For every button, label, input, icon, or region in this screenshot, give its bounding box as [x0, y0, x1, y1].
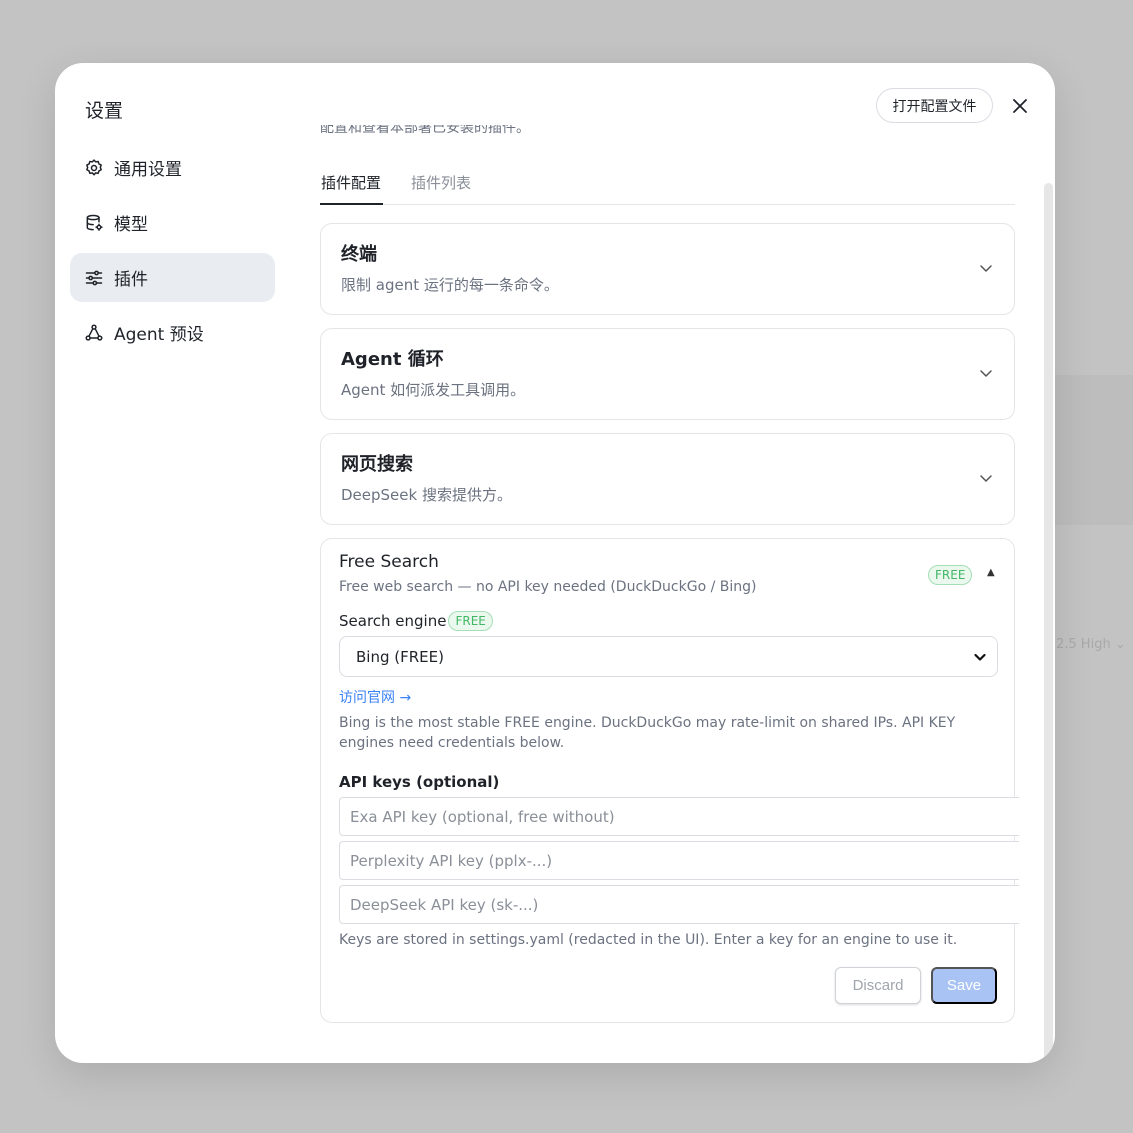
free-search-title: Free Search: [339, 552, 439, 572]
save-button[interactable]: Save: [931, 967, 997, 1004]
discard-button[interactable]: Discard: [835, 967, 921, 1004]
search-engine-label: Search engine: [339, 612, 447, 630]
gear-icon: [84, 158, 104, 178]
close-button[interactable]: [1007, 93, 1033, 119]
chevron-down-icon: [980, 475, 992, 482]
sidebar-title: 设置: [85, 100, 124, 122]
background-panel: [1050, 375, 1133, 525]
card-title: 网页搜索: [341, 454, 413, 475]
chevron-down-icon: [974, 653, 986, 661]
card-subtitle: Agent 如何派发工具调用。: [341, 381, 526, 399]
sidebar-item-label: 插件: [114, 270, 148, 290]
sidebar-item-label: 通用设置: [114, 160, 182, 180]
card-title: 终端: [341, 244, 377, 265]
search-engine-label-row: Search engine FREE: [339, 611, 493, 631]
chevron-down-icon: [980, 370, 992, 377]
database-icon: [84, 213, 104, 233]
keys-storage-note: Keys are stored in settings.yaml (redact…: [339, 932, 958, 948]
plugin-card-free-search: Free Search Free web search — no API key…: [320, 538, 1019, 1023]
close-icon: [1013, 99, 1027, 113]
collapse-caret-icon[interactable]: ▲: [987, 567, 995, 578]
section-description: 配置和查看本部署已安装的插件。: [320, 125, 920, 141]
tab-plugin-config[interactable]: 插件配置: [320, 166, 384, 205]
search-engine-select[interactable]: Bing (FREE): [339, 636, 998, 677]
exa-api-key-input[interactable]: Exa API key (optional, free without): [339, 797, 1019, 836]
scrollbar[interactable]: [1044, 183, 1053, 1063]
card-title: Agent 循环: [341, 349, 444, 370]
visit-website-link[interactable]: 访问官网 →: [339, 687, 411, 707]
sidebar-item-plugins[interactable]: 插件: [70, 253, 275, 302]
engine-help-text: Bing is the most stable FREE engine. Duc…: [339, 715, 956, 751]
background-text: 2.5 High ⌄: [1056, 637, 1126, 652]
free-search-subtitle: Free web search — no API key needed (Duc…: [339, 579, 757, 595]
free-badge: FREE: [928, 565, 973, 585]
settings-modal: 设置 通用设置 模型 插件 Agent 预设 配置和查看本部署已安装的插件。 打…: [55, 63, 1055, 1063]
card-subtitle: 限制 agent 运行的每一条命令。: [341, 276, 559, 294]
sidebar-item-general[interactable]: 通用设置: [70, 143, 275, 192]
sidebar-nav: 通用设置 模型 插件 Agent 预设: [70, 143, 275, 363]
open-config-button[interactable]: 打开配置文件: [876, 88, 993, 123]
sidebar-item-models[interactable]: 模型: [70, 198, 275, 247]
plugin-card-web-search[interactable]: 网页搜索 DeepSeek 搜索提供方。: [320, 433, 1015, 525]
sidebar-item-label: Agent 预设: [114, 325, 204, 345]
engine-free-badge: FREE: [448, 611, 493, 631]
section-description-text: 配置和查看本部署已安装的插件。: [320, 125, 530, 136]
api-keys-label: API keys (optional): [339, 773, 500, 791]
sidebar-item-label: 模型: [114, 215, 148, 235]
plugin-card-agent-loop[interactable]: Agent 循环 Agent 如何派发工具调用。: [320, 328, 1015, 420]
input-placeholder: Exa API key (optional, free without): [350, 807, 615, 826]
plugin-card-terminal[interactable]: 终端 限制 agent 运行的每一条命令。: [320, 223, 1015, 315]
perplexity-api-key-input[interactable]: Perplexity API key (pplx-...): [339, 841, 1019, 880]
chevron-down-icon: [980, 265, 992, 272]
sliders-icon: [84, 268, 104, 288]
tab-plugin-list[interactable]: 插件列表: [411, 166, 471, 205]
input-placeholder: DeepSeek API key (sk-...): [350, 895, 539, 914]
search-engine-value: Bing (FREE): [356, 647, 444, 666]
agent-icon: [84, 323, 104, 343]
input-placeholder: Perplexity API key (pplx-...): [350, 851, 553, 870]
sidebar-item-agent-presets[interactable]: Agent 预设: [70, 308, 275, 357]
plugin-tabs: 插件配置 插件列表: [320, 166, 1015, 205]
card-subtitle: DeepSeek 搜索提供方。: [341, 486, 512, 504]
deepseek-api-key-input[interactable]: DeepSeek API key (sk-...): [339, 885, 1019, 924]
